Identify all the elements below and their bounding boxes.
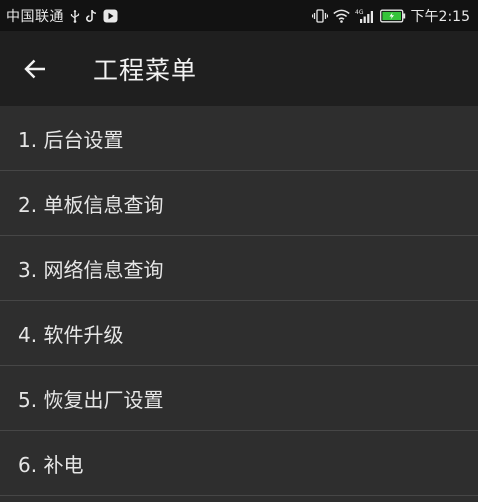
wifi-icon <box>332 9 350 23</box>
app-bar: 工程菜单 <box>0 31 478 106</box>
menu-item-label: 4. 软件升级 <box>18 322 124 347</box>
menu-item-label: 3. 网络信息查询 <box>18 257 164 282</box>
menu-item-label: 1. 后台设置 <box>18 127 124 152</box>
menu-item-software-upgrade[interactable]: 4. 软件升级 <box>0 301 478 366</box>
page-title: 工程菜单 <box>93 55 198 85</box>
back-button[interactable] <box>0 31 70 106</box>
menu-item-board-info[interactable]: 2. 单板信息查询 <box>0 171 478 236</box>
signal-icon: 4G <box>355 8 375 24</box>
menu-item-label: 5. 恢复出厂设置 <box>18 387 164 412</box>
menu-item-label: 6. 补电 <box>18 452 84 477</box>
menu-item-background-settings[interactable]: 1. 后台设置 <box>0 106 478 171</box>
battery-icon <box>379 9 406 23</box>
status-bar: 中国联通 4G 下午2:15 <box>0 0 478 31</box>
status-time: 下午2:15 <box>410 8 470 25</box>
status-left: 中国联通 <box>6 6 118 26</box>
menu-list: 1. 后台设置 2. 单板信息查询 3. 网络信息查询 4. 软件升级 5. 恢… <box>0 106 478 496</box>
arrow-left-icon <box>24 59 46 79</box>
media-icon <box>103 9 118 23</box>
menu-item-factory-reset[interactable]: 5. 恢复出厂设置 <box>0 366 478 431</box>
menu-item-label: 2. 单板信息查询 <box>18 192 164 217</box>
carrier-name: 中国联通 <box>6 8 64 25</box>
network-type-label: 4G <box>355 9 364 16</box>
status-right: 4G 下午2:15 <box>311 6 470 26</box>
menu-item-recharge[interactable]: 6. 补电 <box>0 431 478 496</box>
tiktok-icon <box>86 9 97 23</box>
usb-icon <box>70 9 80 23</box>
vibrate-icon <box>311 8 328 23</box>
menu-item-network-info[interactable]: 3. 网络信息查询 <box>0 236 478 301</box>
